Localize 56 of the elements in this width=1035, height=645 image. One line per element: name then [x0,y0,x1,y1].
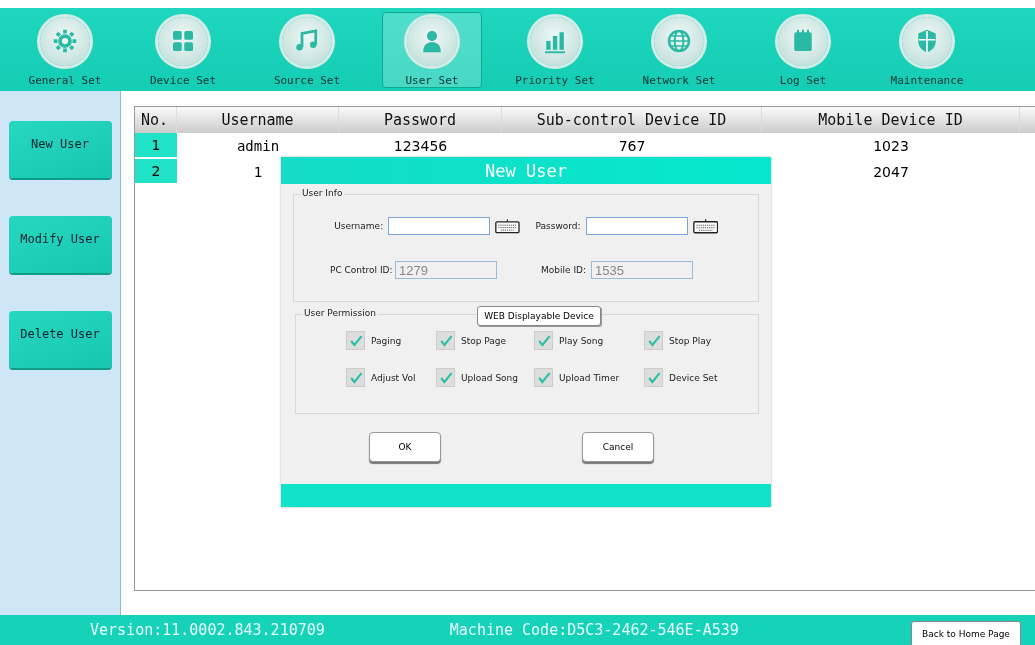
row-number-cell: 1 [135,133,177,159]
checkbox[interactable] [436,331,455,350]
checkbox[interactable] [346,331,365,350]
group-legend: User Permission [302,308,378,318]
permission-checkbox[interactable]: Upload Timer [534,368,644,387]
column-header: Username [177,107,339,133]
dialog-button[interactable]: Cancel [582,432,654,462]
back-to-home-button[interactable]: Back to Home Page [911,621,1021,645]
sidebar-button[interactable]: Modify User [8,216,112,273]
version-text: Version:11.0002.843.210709 [90,621,325,639]
permission-checkbox[interactable]: Upload Song [436,368,534,387]
table-cell: 1023 [873,138,909,154]
nav-tab[interactable]: User Set [382,11,482,88]
nav-tab[interactable]: Log Set [742,11,864,88]
row-number-cell: 2 [135,159,177,185]
checkbox[interactable] [436,368,455,387]
input-field[interactable] [585,217,688,235]
column-header: Password [339,107,502,133]
field-label: Mobile ID: [540,265,586,275]
table-cell: 767 [618,138,646,154]
table-cell: 2047 [873,164,909,180]
nav-tab[interactable]: Maintenance [866,11,988,88]
nav-tab[interactable]: Priority Set [494,11,616,88]
permission-checkbox[interactable]: Device Set [644,368,734,387]
checkbox[interactable] [534,331,553,350]
field-label: Password: [534,221,581,231]
dialog-button[interactable]: OK [369,432,441,462]
table-cell: 1 [253,164,263,180]
nav-tab[interactable]: Network Set [618,11,740,88]
sidebar-button[interactable]: New User [8,121,112,178]
input-field[interactable] [388,217,491,235]
permission-checkbox[interactable]: Play Song [534,331,644,350]
nav-tab[interactable]: Device Set [122,11,244,88]
sidebar-button[interactable]: Delete User [8,311,112,368]
web-displayable-device-button[interactable]: WEB Displayable Device [477,306,601,326]
dialog-title: New User [485,160,567,181]
nav-tab[interactable]: Source Set [246,11,368,88]
checkbox[interactable] [644,331,663,350]
column-header: Mobile Device ID [762,107,1020,133]
table-cell: 123456 [393,138,448,154]
table-cell: admin [236,138,280,154]
machine-code-text: Machine Code:D5C3-2462-546E-A539 [449,621,739,639]
permission-checkbox[interactable]: Paging [346,331,436,350]
keyboard-icon[interactable] [495,217,520,235]
keyboard-icon[interactable] [692,217,718,235]
nav-tab[interactable]: General Set [10,11,120,88]
permission-checkbox[interactable]: Adjust Vol [346,368,436,387]
checkbox[interactable] [534,368,553,387]
field-label: Username: [333,221,384,231]
permission-checkbox[interactable]: Stop Play [644,331,734,350]
permission-checkbox[interactable]: Stop Page [436,331,534,350]
checkbox[interactable] [644,368,663,387]
group-legend: User Info [300,188,345,198]
checkbox[interactable] [346,368,365,387]
column-header: Sub-control Device ID [502,107,762,133]
field-label: PC Control ID: [330,265,390,275]
